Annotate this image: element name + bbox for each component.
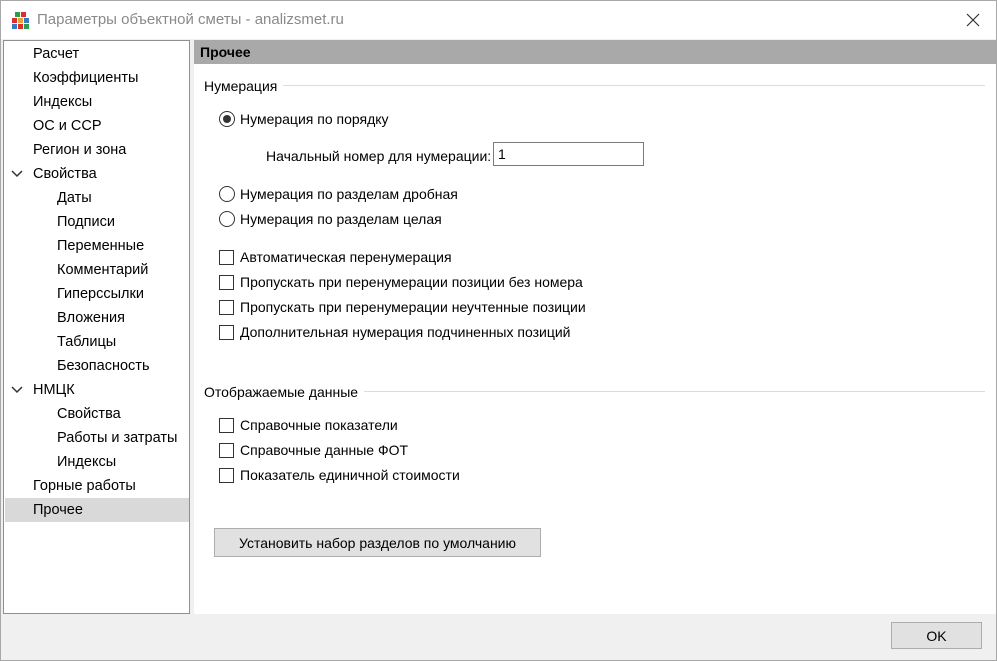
title-bar: Параметры объектной сметы - analizsmet.r…	[1, 1, 996, 39]
tree-item-label: Регион и зона	[33, 142, 127, 158]
radio-numbering-whole[interactable]: Нумерация по разделам целая	[219, 209, 442, 229]
radio-whole-control[interactable]	[219, 211, 235, 227]
radio-numbering-ordered[interactable]: Нумерация по порядку	[219, 109, 389, 129]
radio-fractional-control[interactable]	[219, 186, 235, 202]
tree-item[interactable]: Работы и затраты	[5, 426, 189, 450]
grid-app-icon	[11, 10, 31, 30]
checkbox-reference-fot-label: Справочные данные ФОТ	[240, 442, 409, 458]
radio-numbering-fractional[interactable]: Нумерация по разделам дробная	[219, 184, 458, 204]
checkbox-reference-indicators[interactable]: Справочные показатели	[219, 415, 398, 435]
tree-item-label: Свойства	[57, 406, 121, 422]
checkbox-unit-cost-label: Показатель единичной стоимости	[240, 467, 460, 483]
checkbox-additional-numbering-box[interactable]	[219, 324, 234, 340]
tree-item[interactable]: ОС и ССР	[5, 114, 189, 138]
tree-item[interactable]: Свойства	[5, 162, 189, 186]
tree-item-label: Работы и затраты	[57, 430, 178, 446]
radio-fractional-label: Нумерация по разделам дробная	[240, 186, 458, 202]
radio-ordered-label: Нумерация по порядку	[240, 111, 389, 127]
tree-item[interactable]: Коэффициенты	[5, 66, 189, 90]
panel-header: Прочее	[194, 40, 996, 64]
checkbox-reference-indicators-box[interactable]	[219, 417, 234, 433]
set-default-sections-button[interactable]: Установить набор разделов по умолчанию	[214, 528, 541, 557]
checkbox-additional-numbering-label: Дополнительная нумерация подчиненных поз…	[240, 324, 571, 340]
checkbox-unit-cost-box[interactable]	[219, 467, 234, 483]
checkbox-skip-no-number[interactable]: Пропускать при перенумерации позиции без…	[219, 272, 583, 292]
radio-whole-label: Нумерация по разделам целая	[240, 211, 442, 227]
tree-item-label: Индексы	[57, 454, 117, 470]
tree-item[interactable]: Даты	[5, 186, 189, 210]
checkbox-reference-indicators-label: Справочные показатели	[240, 417, 398, 433]
tree-item[interactable]: Гиперссылки	[5, 282, 189, 306]
chevron-down-icon[interactable]	[11, 168, 23, 180]
tree-item-label: НМЦК	[33, 382, 75, 398]
tree-item-label: Свойства	[33, 166, 97, 182]
checkbox-skip-no-number-box[interactable]	[219, 274, 234, 290]
radio-ordered-control[interactable]	[219, 111, 235, 127]
tree-item-label: Горные работы	[33, 478, 136, 494]
checkbox-auto-renumber[interactable]: Автоматическая перенумерация	[219, 247, 452, 267]
tree-item[interactable]: Вложения	[5, 306, 189, 330]
tree-item-label: Вложения	[57, 310, 125, 326]
tree-item[interactable]: Свойства	[5, 402, 189, 426]
settings-tree: Расчет Коэффициенты Индексы ОС и ССР Регион …	[3, 40, 190, 614]
tree-item[interactable]: Горные работы	[5, 474, 189, 498]
tree-item-label: Безопасность	[57, 358, 150, 374]
tree-item-label: Индексы	[33, 94, 93, 110]
checkbox-skip-unaccounted[interactable]: Пропускать при перенумерации неучтенные …	[219, 297, 586, 317]
tree-item[interactable]: Прочее	[5, 498, 189, 522]
checkbox-auto-renumber-label: Автоматическая перенумерация	[240, 249, 452, 265]
numbering-separator	[204, 85, 985, 86]
tree-item[interactable]: Безопасность	[5, 354, 189, 378]
start-number-input[interactable]	[493, 142, 644, 166]
tree-item-label: Гиперссылки	[57, 286, 144, 302]
tree-item[interactable]: Таблицы	[5, 330, 189, 354]
start-number-label: Начальный номер для нумерации:	[266, 148, 492, 164]
tree-item[interactable]: Регион и зона	[5, 138, 189, 162]
checkbox-skip-unaccounted-box[interactable]	[219, 299, 234, 315]
chevron-down-icon[interactable]	[11, 384, 23, 396]
tree-item[interactable]: Подписи	[5, 210, 189, 234]
tree-item-label: Расчет	[33, 46, 80, 62]
tree-item[interactable]: Переменные	[5, 234, 189, 258]
tree-item[interactable]: НМЦК	[5, 378, 189, 402]
checkbox-skip-no-number-label: Пропускать при перенумерации позиции без…	[240, 274, 583, 290]
tree-item[interactable]: Индексы	[5, 90, 189, 114]
checkbox-unit-cost[interactable]: Показатель единичной стоимости	[219, 465, 460, 485]
tree-item-label: Коэффициенты	[33, 70, 139, 86]
checkbox-auto-renumber-box[interactable]	[219, 249, 234, 265]
window-title: Параметры объектной сметы - analizsmet.r…	[37, 11, 344, 28]
settings-panel: Прочее Нумерация Нумерация по порядку На…	[194, 40, 996, 614]
checkbox-skip-unaccounted-label: Пропускать при перенумерации неучтенные …	[240, 299, 586, 315]
display-group-title: Отображаемые данные	[204, 384, 365, 400]
numbering-group-title: Нумерация	[204, 78, 284, 94]
tree-item-label: Таблицы	[57, 334, 117, 350]
tree-item-label: Переменные	[57, 238, 145, 254]
dialog-window: Параметры объектной сметы - analizsmet.r…	[0, 0, 997, 661]
checkbox-reference-fot-box[interactable]	[219, 442, 234, 458]
tree-item[interactable]: Комментарий	[5, 258, 189, 282]
tree-item[interactable]: Расчет	[5, 42, 189, 66]
checkbox-reference-fot[interactable]: Справочные данные ФОТ	[219, 440, 408, 460]
checkbox-additional-numbering[interactable]: Дополнительная нумерация подчиненных поз…	[219, 322, 570, 342]
ok-button[interactable]: OK	[891, 622, 982, 649]
tree-item[interactable]: Индексы	[5, 450, 189, 474]
close-icon	[966, 13, 980, 27]
tree-item-label: Комментарий	[57, 262, 149, 278]
tree-item-label: Даты	[57, 190, 92, 206]
tree-item-label: Прочее	[33, 502, 83, 518]
tree-item-label: ОС и ССР	[33, 118, 102, 134]
tree-item-label: Подписи	[57, 214, 115, 230]
close-button[interactable]	[950, 1, 996, 39]
